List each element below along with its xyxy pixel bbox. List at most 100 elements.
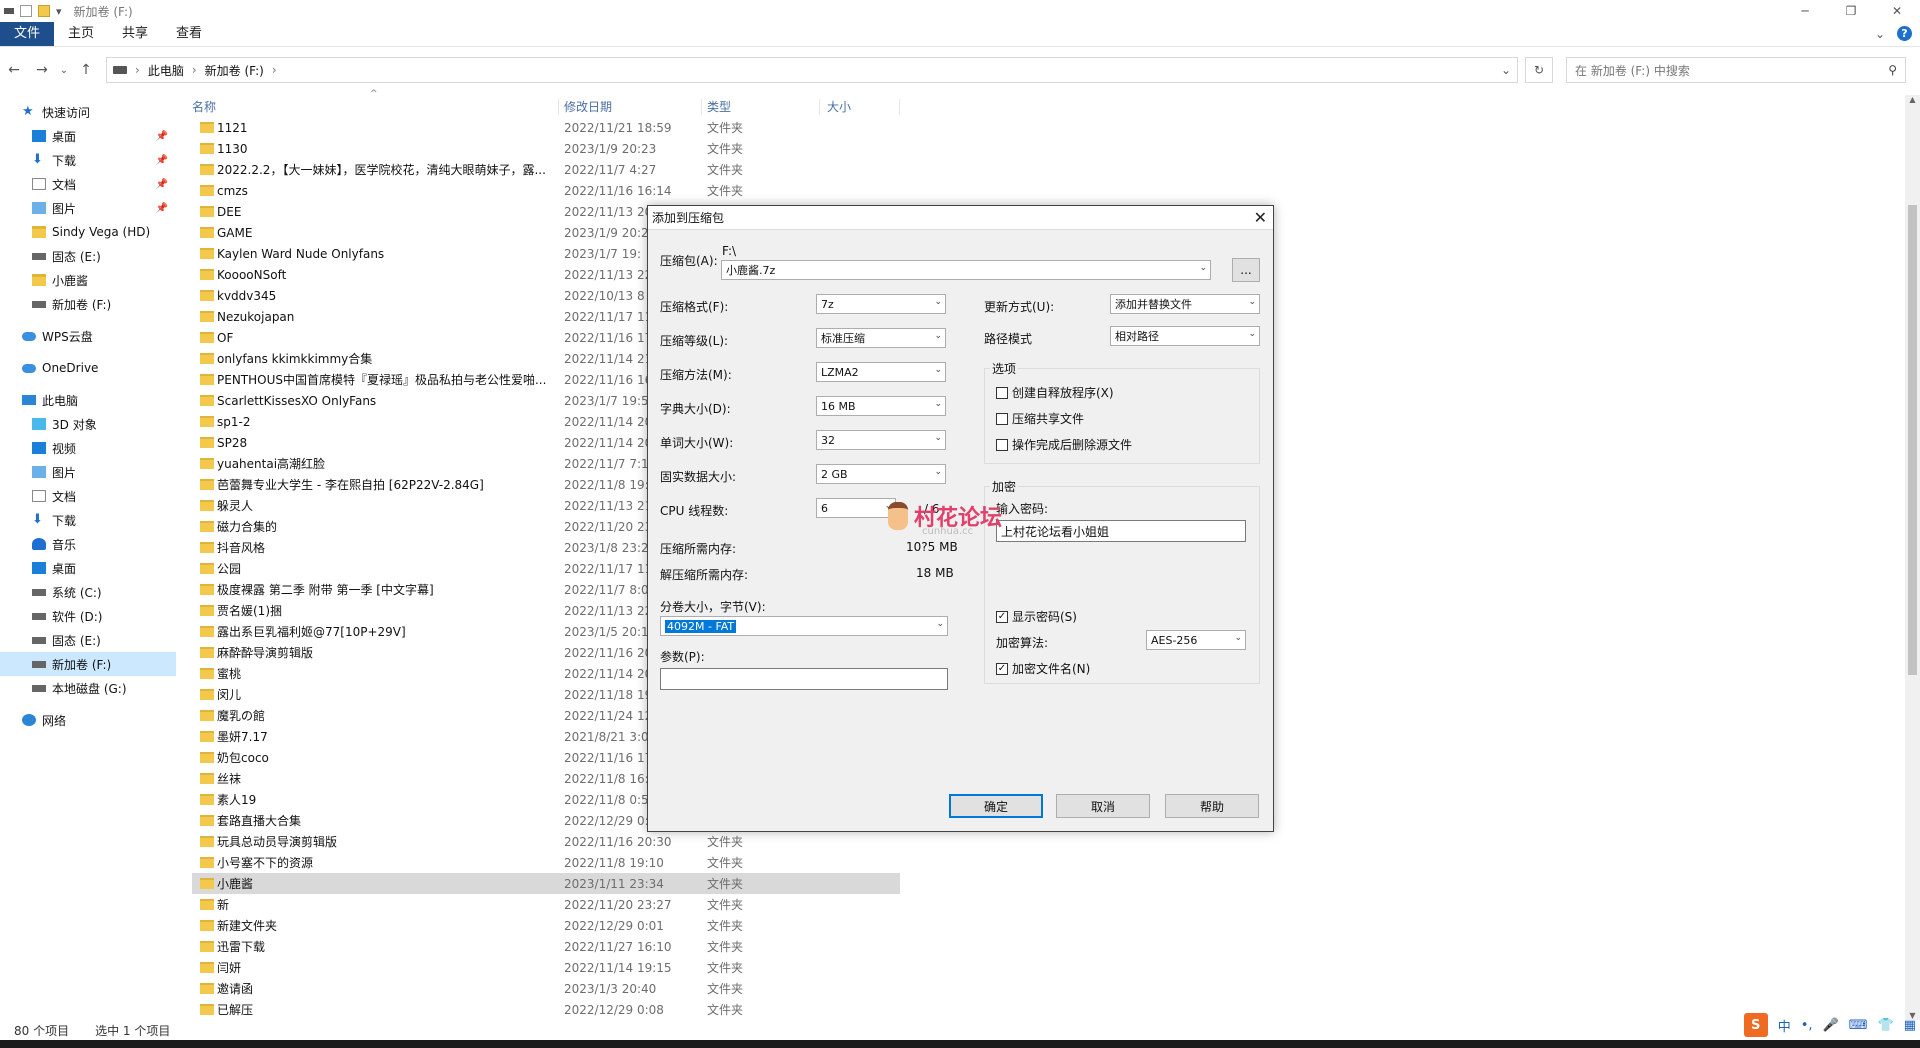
update-select[interactable]: 添加并替换文件 ⌄: [1110, 294, 1260, 314]
tab-view[interactable]: 查看: [162, 22, 216, 46]
sogou-logo-icon[interactable]: S: [1743, 1013, 1768, 1037]
split-combo[interactable]: 4092M - FAT ⌄: [660, 616, 948, 636]
sidebar-item[interactable]: 固态 (E:): [0, 628, 176, 652]
check-icon[interactable]: ✓: [996, 662, 1008, 675]
sidebar-item[interactable]: ⬇ 下载: [0, 508, 176, 532]
sidebar-item[interactable]: 固态 (E:): [0, 244, 176, 268]
sidebar-item[interactable]: 新加卷 (F:): [0, 652, 176, 676]
table-row[interactable]: 2022.2.2，【大一妹妹】，医学院校花，清纯大眼萌妹子，露... 2022/1…: [192, 159, 900, 180]
ime-punct[interactable]: •,: [1801, 1018, 1813, 1033]
level-select[interactable]: 标准压缩 ⌄: [816, 328, 946, 348]
skin-icon[interactable]: 👕: [1878, 1018, 1894, 1033]
toolbox-icon[interactable]: ▦: [1904, 1018, 1916, 1033]
ime-mode[interactable]: 中: [1778, 1016, 1791, 1035]
close-icon[interactable]: ✕: [1874, 0, 1920, 22]
expand-ribbon-icon[interactable]: ⌄: [1875, 27, 1885, 41]
checkbox-box[interactable]: [996, 438, 1008, 451]
help-icon[interactable]: ?: [1897, 26, 1912, 41]
scroll-up-icon[interactable]: ▲: [1905, 95, 1920, 104]
checkbox-box[interactable]: [996, 386, 1008, 399]
breadcrumb-drive[interactable]: 新加卷 (F:): [205, 62, 264, 79]
check-icon[interactable]: ✓: [996, 610, 1008, 623]
dict-select[interactable]: 16 MB ⌄: [816, 396, 946, 416]
checkbox-box[interactable]: [996, 412, 1008, 425]
properties-icon[interactable]: [20, 5, 32, 17]
maximize-icon[interactable]: ❐: [1828, 0, 1874, 22]
solid-select[interactable]: 2 GB ⌄: [816, 464, 946, 484]
table-row[interactable]: 小号塞不下的资源 2022/11/8 19:10 文件夹: [192, 852, 900, 873]
forward-arrow-icon[interactable]: →: [28, 62, 56, 78]
table-row[interactable]: 迅雷下载 2022/11/27 16:10 文件夹: [192, 936, 900, 957]
scrollbar-thumb[interactable]: [1908, 205, 1917, 675]
sidebar-item[interactable]: 小鹿酱: [0, 268, 176, 292]
table-row[interactable]: 小鹿酱 2023/1/11 23:34 文件夹: [192, 873, 900, 894]
table-row[interactable]: 邀请函 2023/1/3 20:40 文件夹: [192, 978, 900, 999]
up-arrow-icon[interactable]: ↑: [72, 62, 100, 78]
cpu-select[interactable]: 6⌄: [816, 498, 896, 518]
sidebar-item[interactable]: 系统 (C:): [0, 580, 176, 604]
sidebar-item[interactable]: OneDrive: [0, 356, 176, 380]
table-row[interactable]: 1130 2023/1/9 20:23 文件夹: [192, 138, 900, 159]
archive-name-combo[interactable]: 小鹿酱.7z ⌄: [721, 260, 1211, 280]
table-row[interactable]: 玩具总动员导演剪辑版 2022/11/16 20:30 文件夹: [192, 831, 900, 852]
address-bar[interactable]: › 此电脑 › 新加卷 (F:) › ⌄: [106, 57, 1518, 83]
format-select[interactable]: 7z ⌄: [816, 294, 946, 314]
sidebar-item[interactable]: 桌面: [0, 556, 176, 580]
vertical-scrollbar[interactable]: ▲ ▼: [1905, 95, 1920, 1020]
table-row[interactable]: cmzs 2022/11/16 16:14 文件夹: [192, 180, 900, 201]
tab-share[interactable]: 共享: [108, 22, 162, 46]
pin-icon[interactable]: 📌: [156, 131, 168, 142]
cancel-button[interactable]: 取消: [1056, 794, 1150, 818]
customize-chevron-icon[interactable]: ▾: [56, 5, 62, 18]
new-folder-icon[interactable]: [38, 5, 50, 17]
shared-checkbox[interactable]: 压缩共享文件: [996, 410, 1084, 427]
back-arrow-icon[interactable]: ←: [0, 62, 28, 78]
ok-button[interactable]: 确定: [949, 794, 1043, 818]
sidebar-item[interactable]: 本地磁盘 (G:): [0, 676, 176, 700]
sidebar-item[interactable]: 新加卷 (F:): [0, 292, 176, 316]
params-input[interactable]: [660, 668, 948, 690]
recent-chevron-icon[interactable]: ⌄: [56, 65, 72, 76]
sidebar-item[interactable]: 音乐: [0, 532, 176, 556]
sidebar-item[interactable]: 软件 (D:): [0, 604, 176, 628]
sidebar-item[interactable]: ⬇ 下载 📌: [0, 148, 176, 172]
refresh-icon[interactable]: ↻: [1525, 57, 1553, 83]
address-dropdown-icon[interactable]: ⌄: [1501, 63, 1511, 77]
table-row[interactable]: 闫妍 2022/11/14 19:15 文件夹: [192, 957, 900, 978]
method-select[interactable]: LZMA2 ⌄: [816, 362, 946, 382]
column-type[interactable]: 类型: [707, 98, 731, 115]
column-size[interactable]: 大小: [827, 98, 851, 115]
tab-file[interactable]: 文件: [0, 22, 55, 46]
column-date[interactable]: 修改日期: [564, 98, 612, 115]
help-button[interactable]: 帮助: [1165, 794, 1259, 818]
show-password-checkbox[interactable]: ✓ 显示密码(S): [996, 608, 1077, 625]
microphone-icon[interactable]: 🎤: [1823, 1018, 1839, 1033]
word-select[interactable]: 32 ⌄: [816, 430, 946, 450]
path-mode-select[interactable]: 相对路径 ⌄: [1110, 326, 1260, 346]
table-row[interactable]: 已解压 2022/12/29 0:08 文件夹: [192, 999, 900, 1020]
pin-icon[interactable]: 📌: [156, 203, 168, 214]
breadcrumb-this-pc[interactable]: 此电脑: [148, 62, 184, 79]
sidebar-item[interactable]: 网络: [0, 708, 176, 732]
table-row[interactable]: 1121 2022/11/21 18:59 文件夹: [192, 117, 900, 138]
sidebar-item[interactable]: 此电脑: [0, 388, 176, 412]
sidebar-item[interactable]: Sindy Vega (HD): [0, 220, 176, 244]
sfx-checkbox[interactable]: 创建自释放程序(X): [996, 384, 1114, 401]
sidebar-item[interactable]: 文档: [0, 484, 176, 508]
table-row[interactable]: 新 2022/11/20 23:27 文件夹: [192, 894, 900, 915]
sidebar-item[interactable]: 图片 📌: [0, 196, 176, 220]
tab-home[interactable]: 主页: [54, 22, 108, 46]
pin-icon[interactable]: 📌: [156, 155, 168, 166]
search-input[interactable]: 在 新加卷 (F:) 中搜索 ⚲: [1566, 57, 1906, 83]
sidebar-item[interactable]: WPS云盘: [0, 324, 176, 348]
sidebar-item[interactable]: 3D 对象: [0, 412, 176, 436]
delete-source-checkbox[interactable]: 操作完成后删除源文件: [996, 436, 1132, 453]
minimize-icon[interactable]: ─: [1782, 0, 1828, 22]
table-row[interactable]: 新建文件夹 2022/12/29 0:01 文件夹: [192, 915, 900, 936]
sidebar-item[interactable]: 视频: [0, 436, 176, 460]
encrypt-names-checkbox[interactable]: ✓ 加密文件名(N): [996, 660, 1090, 677]
sidebar-item[interactable]: 文档 📌: [0, 172, 176, 196]
pin-icon[interactable]: 📌: [156, 179, 168, 190]
sidebar-item[interactable]: 桌面 📌: [0, 124, 176, 148]
sidebar-item[interactable]: 图片: [0, 460, 176, 484]
